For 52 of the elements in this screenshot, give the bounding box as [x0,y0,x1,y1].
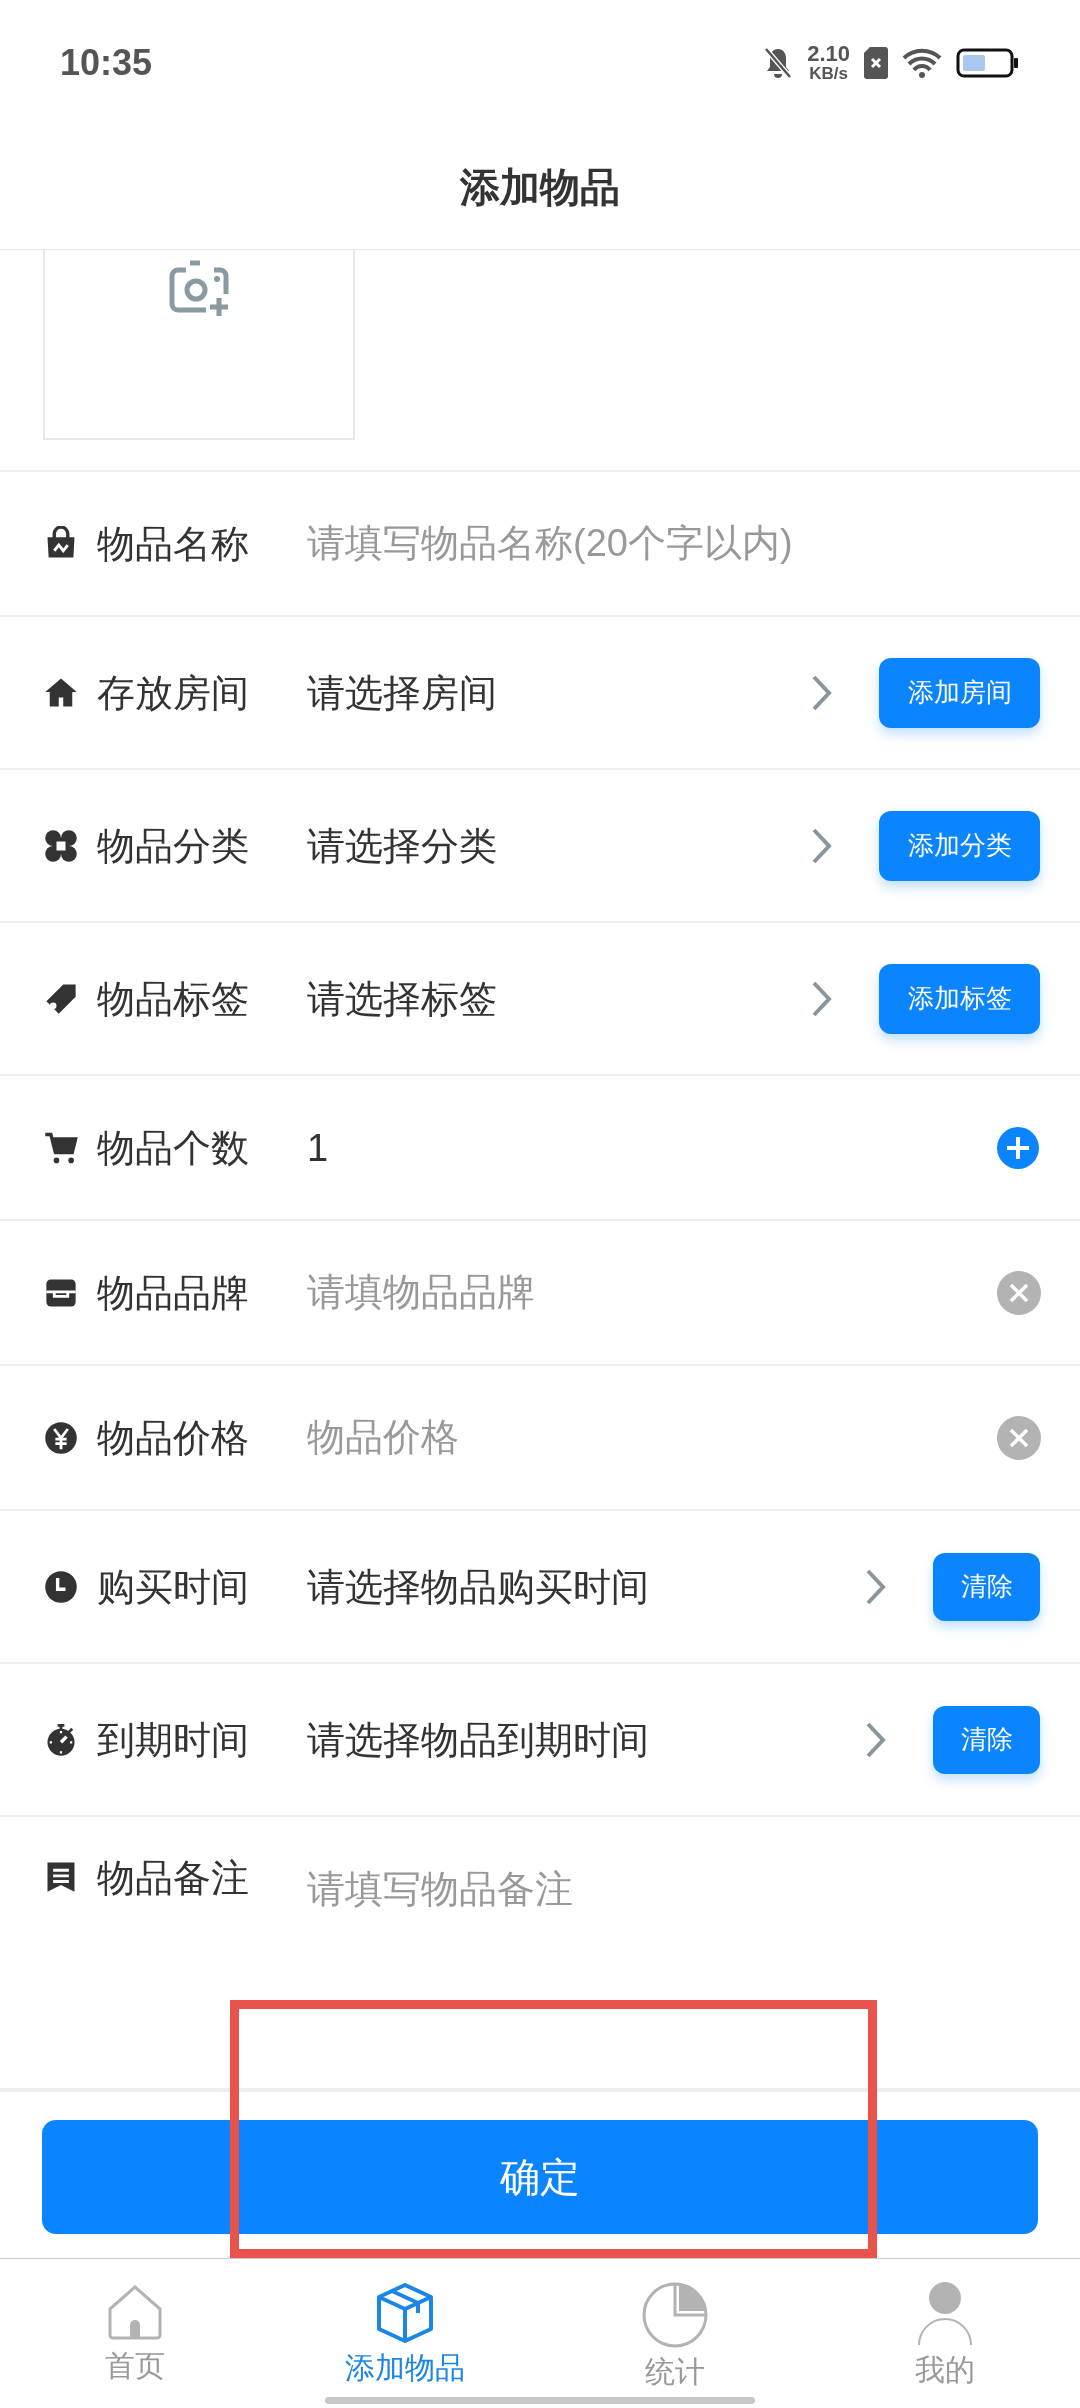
clear-button[interactable]: 清除 [933,1705,1040,1774]
picker-value[interactable]: 请选择分类 [307,826,811,865]
tab-bar-item[interactable]: 添加物品 [270,2259,540,2408]
picker-value[interactable]: 请选择物品购买时间 [307,1567,865,1606]
wifi-icon [902,47,942,78]
input-field[interactable]: 请填写物品备注 [307,1859,1040,1919]
field-label: 物品个数 [97,1128,250,1167]
chevron-right-icon[interactable] [811,979,833,1018]
battery-icon [956,47,1020,78]
field-label: 物品备注 [97,1859,250,1897]
category-icon [43,827,79,864]
pie-chart-icon [641,2281,709,2349]
clock-time: 10:35 [60,40,153,85]
clear-button[interactable]: 清除 [933,1552,1040,1621]
add-button[interactable]: 添加分类 [879,810,1040,881]
tab-bar-item[interactable]: 我的 [810,2259,1080,2408]
sim-card-icon [864,46,888,79]
field-label: 到期时间 [97,1720,250,1759]
field-label: 物品价格 [97,1418,250,1457]
field-label: 物品品牌 [97,1273,250,1312]
input-field[interactable]: 请填物品品牌 [307,1262,996,1323]
confirm-button[interactable]: 确定 [42,2120,1038,2234]
field-label: 购买时间 [97,1567,250,1606]
network-speed: 2.10 [807,43,850,65]
chevron-right-icon[interactable] [811,826,833,865]
add-button[interactable]: 添加标签 [879,963,1040,1034]
network-speed-unit: KB/s [809,65,848,82]
field-label: 存放房间 [97,673,250,712]
add-button[interactable]: 添加房间 [879,657,1040,728]
chevron-right-icon[interactable] [865,1567,887,1606]
plus-icon[interactable] [996,1125,1040,1170]
field-label: 物品分类 [97,826,250,865]
picker-value[interactable]: 请选择标签 [307,979,811,1018]
user-icon [916,2281,974,2347]
quantity-value: 1 [307,1128,330,1167]
photo-upload-box[interactable] [43,250,355,440]
picker-value[interactable]: 请选择房间 [307,673,811,712]
tab-bar-item[interactable]: 首页 [0,2259,270,2408]
page-title: 添加物品 [460,164,620,211]
field-label: 物品名称 [97,524,250,563]
tab-bar-item[interactable]: 统计 [540,2259,810,2408]
input-field[interactable]: 请填写物品名称(20个字以内) [307,513,1040,574]
clock-icon [43,1568,79,1605]
field-label: 物品标签 [97,979,250,1018]
input-field[interactable]: 物品价格 [307,1407,996,1468]
picker-value[interactable]: 请选择物品到期时间 [307,1720,865,1759]
chevron-right-icon[interactable] [865,1720,887,1759]
bell-off-icon [763,45,794,80]
chevron-right-icon[interactable] [811,673,833,712]
clear-icon[interactable] [996,1269,1042,1316]
yen-coin-icon [43,1419,79,1456]
clear-icon[interactable] [996,1414,1042,1461]
